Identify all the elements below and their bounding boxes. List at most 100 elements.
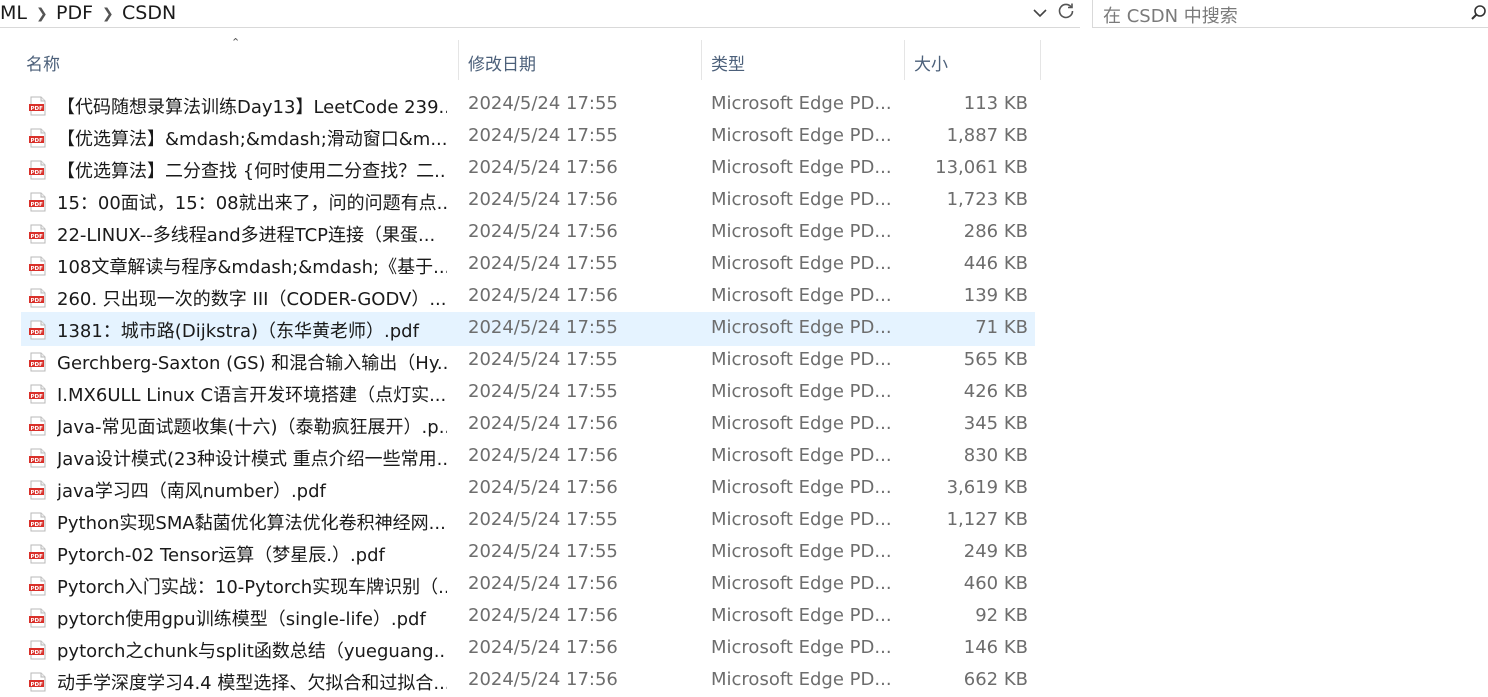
file-size: 249 KB: [963, 541, 1028, 562]
file-row[interactable]: PDF 动手学深度学习4.4 模型选择、欠拟合和过拟合... 2024/5/24 1…: [22, 665, 1034, 697]
svg-text:PDF: PDF: [31, 394, 44, 400]
svg-text:PDF: PDF: [31, 522, 44, 528]
file-row[interactable]: PDF 108文章解读与程序&mdash;&mdash;《基于... 2024/5/…: [22, 249, 1034, 281]
pdf-file-icon: PDF: [28, 352, 48, 372]
pdf-file-icon: PDF: [28, 512, 48, 532]
file-row[interactable]: PDF 15：00面试，15：08就出来了，问的问题有点... 2024/5/24 …: [22, 185, 1034, 217]
file-name: 22-LINUX--多线程and多进程TCP连接（果蛋...: [57, 225, 436, 246]
file-row[interactable]: PDF java学习四（南风number）.pdf 2024/5/24 17:56 M…: [22, 473, 1034, 505]
pdf-file-icon: PDF: [28, 672, 48, 692]
pdf-file-icon: PDF: [28, 192, 48, 212]
file-size: 139 KB: [963, 285, 1028, 306]
file-date: 2024/5/24 17:56: [468, 413, 618, 434]
file-size: 286 KB: [963, 221, 1028, 242]
file-row[interactable]: PDF Java设计模式(23种设计模式 重点介绍一些常用... 2024/5/24…: [22, 441, 1034, 473]
column-header-size[interactable]: 大小: [905, 40, 1040, 80]
svg-text:PDF: PDF: [31, 490, 44, 496]
file-row[interactable]: PDF 260. 只出现一次的数字 III（CODER-GODV）.... 2024…: [22, 281, 1034, 313]
file-size: 830 KB: [963, 445, 1028, 466]
address-bar[interactable]: ML ❯ PDF ❯ CSDN: [0, 0, 1080, 28]
breadcrumb-item-ml[interactable]: ML: [0, 2, 27, 24]
svg-text:PDF: PDF: [31, 362, 44, 368]
file-row[interactable]: PDF Pytorch入门实战：10-Pytorch实现车牌识别（... 2024/…: [22, 569, 1034, 601]
search-icon[interactable]: [1470, 4, 1488, 22]
file-size: 113 KB: [963, 93, 1028, 114]
file-date: 2024/5/24 17:56: [468, 637, 618, 658]
svg-text:PDF: PDF: [31, 202, 44, 208]
search-box[interactable]: 在 CSDN 中搜索: [1092, 0, 1488, 28]
file-date: 2024/5/24 17:56: [468, 605, 618, 626]
svg-text:PDF: PDF: [31, 234, 44, 240]
pdf-file-icon: PDF: [28, 288, 48, 308]
svg-text:PDF: PDF: [31, 170, 44, 176]
file-row[interactable]: PDF 22-LINUX--多线程and多进程TCP连接（果蛋... 2024/5/…: [22, 217, 1034, 249]
file-date: 2024/5/24 17:56: [468, 573, 618, 594]
file-row[interactable]: PDF 【优选算法】二分查找 {何时使用二分查找？二... 2024/5/24 17…: [22, 153, 1034, 185]
pdf-file-icon: PDF: [28, 576, 48, 596]
file-type: Microsoft Edge PD...: [711, 477, 892, 498]
file-row[interactable]: PDF Java-常见面试题收集(十六)（泰勒疯狂展开）.p... 2024/5/2…: [22, 409, 1034, 441]
file-date: 2024/5/24 17:55: [468, 317, 618, 338]
file-row[interactable]: PDF I.MX6ULL Linux C语言开发环境搭建（点灯实... 2024/5…: [22, 377, 1034, 409]
file-type: Microsoft Edge PD...: [711, 285, 892, 306]
file-row[interactable]: PDF Python实现SMA黏菌优化算法优化卷积神经网... 2024/5/24 …: [22, 505, 1034, 537]
file-row[interactable]: PDF pytorch使用gpu训练模型（single-life）.pdf 2024…: [22, 601, 1034, 633]
breadcrumb-separator-icon[interactable]: ❯: [36, 6, 48, 22]
file-date: 2024/5/24 17:55: [468, 93, 618, 114]
column-header-label: 大小: [914, 55, 948, 75]
file-size: 71 KB: [975, 317, 1028, 338]
pdf-file-icon: PDF: [28, 224, 48, 244]
file-date: 2024/5/24 17:56: [468, 157, 618, 178]
file-date: 2024/5/24 17:55: [468, 253, 618, 274]
file-type: Microsoft Edge PD...: [711, 381, 892, 402]
file-type: Microsoft Edge PD...: [711, 93, 892, 114]
file-row[interactable]: PDF Gerchberg-Saxton (GS) 和混合输入输出（Hy... 20…: [22, 345, 1034, 377]
file-size: 3,619 KB: [946, 477, 1028, 498]
column-header-label: 修改日期: [468, 55, 536, 75]
file-date: 2024/5/24 17:55: [468, 381, 618, 402]
file-type: Microsoft Edge PD...: [711, 125, 892, 146]
column-header-label: 名称: [26, 55, 60, 75]
svg-text:PDF: PDF: [31, 138, 44, 144]
file-size: 92 KB: [975, 605, 1028, 626]
file-size: 345 KB: [963, 413, 1028, 434]
breadcrumb-item-pdf[interactable]: PDF: [56, 2, 93, 24]
top-bar: ML ❯ PDF ❯ CSDN 在 CSDN 中搜索: [0, 0, 1488, 30]
file-name: 108文章解读与程序&mdash;&mdash;《基于...: [57, 257, 447, 278]
pdf-file-icon: PDF: [28, 384, 48, 404]
file-type: Microsoft Edge PD...: [711, 413, 892, 434]
pdf-file-icon: PDF: [28, 544, 48, 564]
file-name: 动手学深度学习4.4 模型选择、欠拟合和过拟合...: [57, 673, 447, 694]
file-name: pytorch使用gpu训练模型（single-life）.pdf: [57, 609, 426, 630]
column-divider[interactable]: [1040, 40, 1041, 80]
pdf-file-icon: PDF: [28, 160, 48, 180]
file-name: Python实现SMA黏菌优化算法优化卷积神经网...: [57, 513, 446, 534]
column-header-type[interactable]: 类型: [702, 40, 904, 80]
pdf-file-icon: PDF: [28, 320, 48, 340]
file-date: 2024/5/24 17:56: [468, 189, 618, 210]
breadcrumb-item-csdn[interactable]: CSDN: [122, 2, 176, 24]
breadcrumb-separator-icon[interactable]: ❯: [102, 6, 114, 22]
column-header-date[interactable]: 修改日期: [459, 40, 701, 80]
svg-text:PDF: PDF: [31, 458, 44, 464]
file-row[interactable]: PDF pytorch之chunk与split函数总结（yueguang... 20…: [22, 633, 1034, 665]
svg-text:PDF: PDF: [31, 554, 44, 560]
svg-text:PDF: PDF: [31, 298, 44, 304]
svg-text:PDF: PDF: [31, 266, 44, 272]
chevron-down-icon[interactable]: [1028, 3, 1052, 25]
file-name: Java-常见面试题收集(十六)（泰勒疯狂展开）.p...: [57, 417, 447, 438]
pdf-file-icon: PDF: [28, 96, 48, 116]
search-input[interactable]: 在 CSDN 中搜索: [1103, 2, 1238, 28]
file-row[interactable]: PDF 【优选算法】&mdash;&mdash;滑动窗口&m... 2024/5/2…: [22, 121, 1034, 153]
refresh-icon[interactable]: [1054, 2, 1078, 26]
file-row[interactable]: PDF 1381：城市路(Dijkstra)（东华黄老师）.pdf 2024/5/2…: [21, 312, 1035, 346]
file-row[interactable]: PDF 【代码随想录算法训练Day13】LeetCode 239.... 2024/…: [22, 89, 1034, 121]
file-name: 【优选算法】&mdash;&mdash;滑动窗口&m...: [57, 129, 447, 150]
column-header-name[interactable]: 名称: [0, 40, 458, 80]
file-row[interactable]: PDF Pytorch-02 Tensor运算（梦星辰.）.pdf 2024/5/2…: [22, 537, 1034, 569]
file-type: Microsoft Edge PD...: [711, 573, 892, 594]
file-name: Pytorch-02 Tensor运算（梦星辰.）.pdf: [57, 545, 385, 566]
pdf-file-icon: PDF: [28, 416, 48, 436]
file-type: Microsoft Edge PD...: [711, 605, 892, 626]
file-date: 2024/5/24 17:55: [468, 541, 618, 562]
